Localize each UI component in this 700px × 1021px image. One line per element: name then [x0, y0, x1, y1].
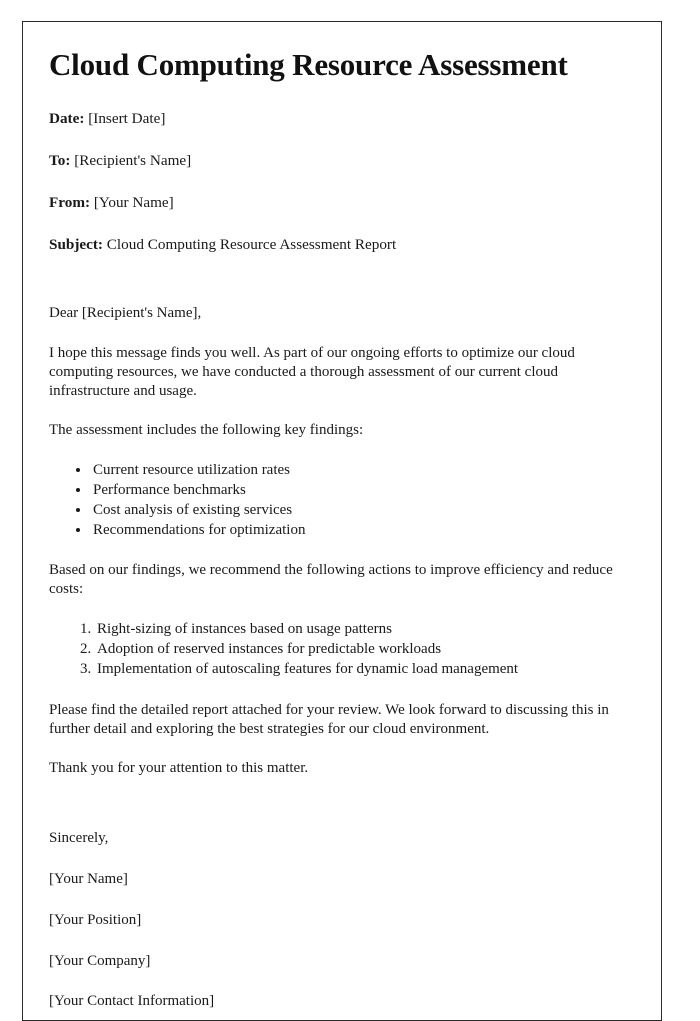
meta-label-date: Date:	[49, 109, 85, 127]
meta-value-date: [Insert Date]	[88, 109, 166, 127]
actions-list: Right-sizing of instances based on usage…	[49, 620, 633, 679]
paragraph-thanks: Thank you for your attention to this mat…	[49, 760, 309, 777]
signature-contact: [Your Contact Information]	[49, 993, 215, 1010]
signature-spacer	[49, 799, 633, 829]
signature-name: [Your Name]	[49, 871, 128, 888]
list-item: Recommendations for optimization	[91, 521, 633, 541]
paragraph-attachment: Please find the detailed report attached…	[49, 701, 609, 737]
meta-label-to: To:	[49, 151, 71, 169]
page-title: Cloud Computing Resource Assessment	[49, 47, 568, 82]
document-page: Cloud Computing Resource Assessment Date…	[22, 21, 662, 1021]
list-item: Cost analysis of existing services	[91, 501, 633, 521]
valediction: Sincerely,	[49, 830, 109, 847]
paragraph-intro: I hope this message finds you well. As p…	[49, 344, 575, 399]
signature-company: [Your Company]	[49, 952, 151, 969]
paragraph-findings-lead: The assessment includes the following ke…	[49, 422, 364, 439]
header-body-spacer	[49, 277, 633, 305]
list-item: Performance benchmarks	[91, 481, 633, 501]
meta-label-subject: Subject:	[49, 235, 103, 253]
paragraph-actions-lead: Based on our findings, we recommend the …	[49, 562, 613, 598]
list-item: Implementation of autoscaling features f…	[95, 660, 633, 680]
meta-field-date: Date: [Insert Date]	[49, 109, 633, 128]
meta-value-from: [Your Name]	[93, 193, 174, 211]
list-item: Current resource utilization rates	[91, 461, 633, 481]
salutation: Dear [Recipient's Name],	[49, 304, 202, 321]
meta-label-from: From:	[49, 193, 91, 211]
document-body: Cloud Computing Resource Assessment Date…	[23, 22, 661, 1011]
meta-field-from: From: [Your Name]	[49, 193, 633, 212]
findings-list: Current resource utilization rates Perfo…	[49, 461, 633, 540]
signature-position: [Your Position]	[49, 911, 142, 928]
meta-field-subject: Subject: Cloud Computing Resource Assess…	[49, 235, 633, 254]
list-item: Adoption of reserved instances for predi…	[95, 640, 633, 660]
meta-value-subject: Cloud Computing Resource Assessment Repo…	[106, 235, 397, 253]
list-item: Right-sizing of instances based on usage…	[95, 620, 633, 640]
meta-value-to: [Recipient's Name]	[74, 151, 192, 169]
meta-field-to: To: [Recipient's Name]	[49, 151, 633, 170]
